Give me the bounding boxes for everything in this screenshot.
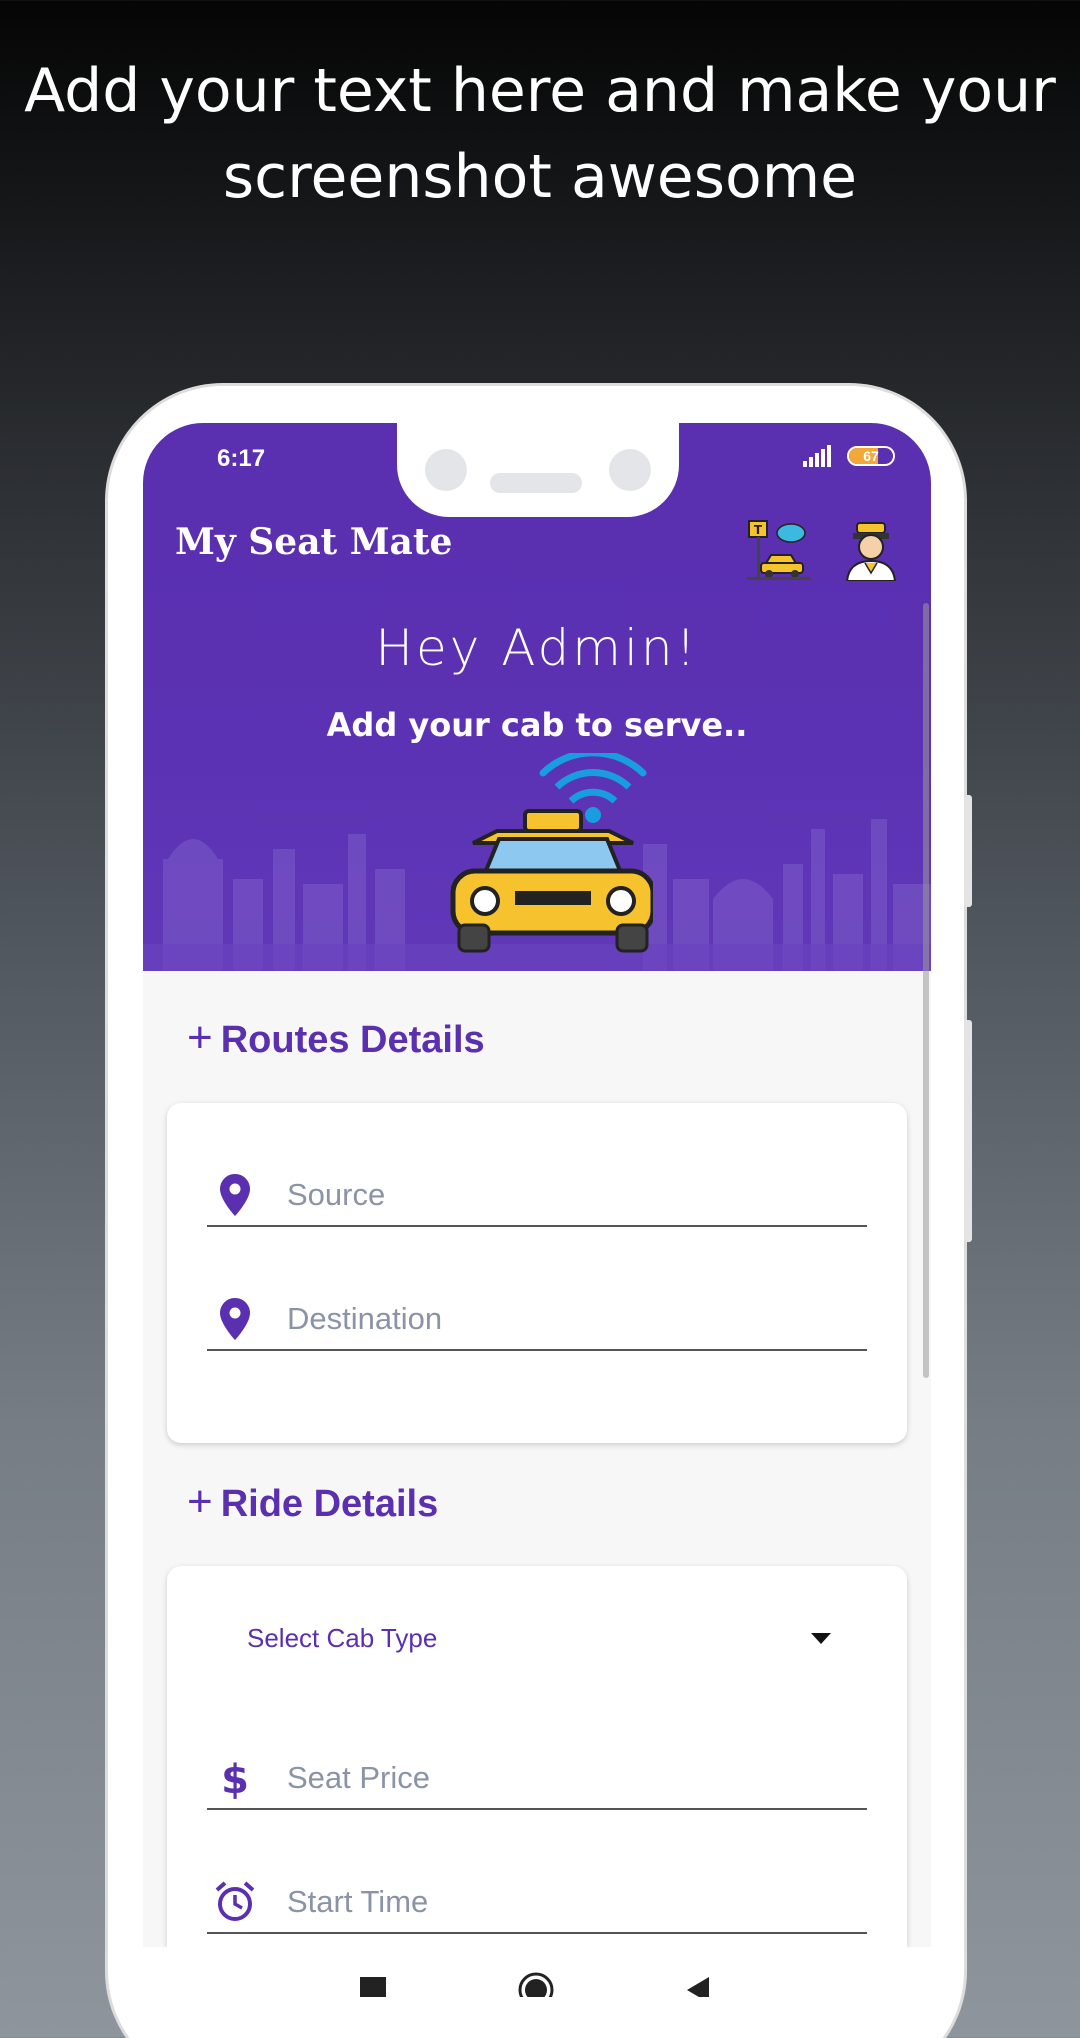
cab-type-label: Select Cab Type [247, 1622, 438, 1653]
start-time-placeholder: Start Time [287, 1884, 429, 1919]
routes-details-heading[interactable]: + Routes Details [187, 1013, 485, 1063]
camera-notch [397, 423, 679, 517]
promo-headline-line1: Add your text here and make your [24, 56, 1056, 126]
battery-level: 67 [863, 448, 879, 464]
nav-back-icon[interactable] [683, 1975, 713, 1997]
system-nav-bar [143, 1947, 931, 1997]
destination-placeholder: Destination [287, 1301, 443, 1336]
connected-taxi-icon [450, 753, 653, 953]
scrollbar[interactable] [923, 603, 929, 1378]
cab-type-dropdown[interactable]: Select Cab Type [247, 1608, 847, 1668]
dropdown-caret-icon [811, 1632, 831, 1644]
earpiece-speaker [490, 473, 582, 493]
tagline-text: Add your cab to serve.. [326, 706, 748, 744]
taxi-stand-icon[interactable]: T [747, 519, 811, 581]
status-time: 6:17 [217, 445, 266, 472]
nav-home-icon[interactable] [517, 1971, 555, 1997]
phone-volume-button [964, 795, 972, 907]
start-time-field[interactable]: Start Time [207, 1872, 867, 1934]
plus-icon: + [187, 1477, 213, 1526]
svg-text:$: $ [221, 1757, 249, 1799]
routes-card: Source Destination [167, 1103, 907, 1443]
greeting-text: Hey Admin! [375, 619, 699, 677]
nav-recents-icon[interactable] [358, 1975, 388, 1997]
battery-icon: 67 [847, 446, 895, 466]
phone-power-button [964, 1020, 972, 1242]
seat-price-field[interactable]: $ Seat Price [207, 1748, 867, 1810]
routes-details-label: Routes Details [220, 1019, 485, 1061]
alarm-clock-icon [211, 1878, 259, 1926]
promo-headline: Add your text here and make your screens… [0, 48, 1080, 220]
ride-details-heading[interactable]: + Ride Details [187, 1477, 438, 1527]
camera-lens [425, 449, 467, 491]
destination-field[interactable]: Destination [207, 1289, 867, 1351]
dollar-icon: $ [211, 1754, 259, 1802]
ride-card: Select Cab Type $ Seat Price Start Time [167, 1566, 907, 1997]
plus-icon: + [187, 1013, 213, 1062]
source-placeholder: Source [287, 1177, 386, 1212]
location-pin-icon [211, 1171, 259, 1219]
svg-text:T: T [754, 523, 763, 537]
source-field[interactable]: Source [207, 1165, 867, 1227]
promo-headline-line2: screenshot awesome [222, 142, 858, 212]
seat-price-placeholder: Seat Price [287, 1760, 431, 1795]
location-pin-icon [211, 1295, 259, 1343]
camera-lens [609, 449, 651, 491]
taxi-driver-icon[interactable] [843, 519, 899, 581]
app-title: My Seat Mate [175, 521, 453, 563]
signal-icon [803, 445, 837, 467]
app-screen: 6:17 67 My Seat Mate T Hey Admin! Add yo… [143, 423, 931, 1997]
ride-details-label: Ride Details [220, 1483, 439, 1525]
